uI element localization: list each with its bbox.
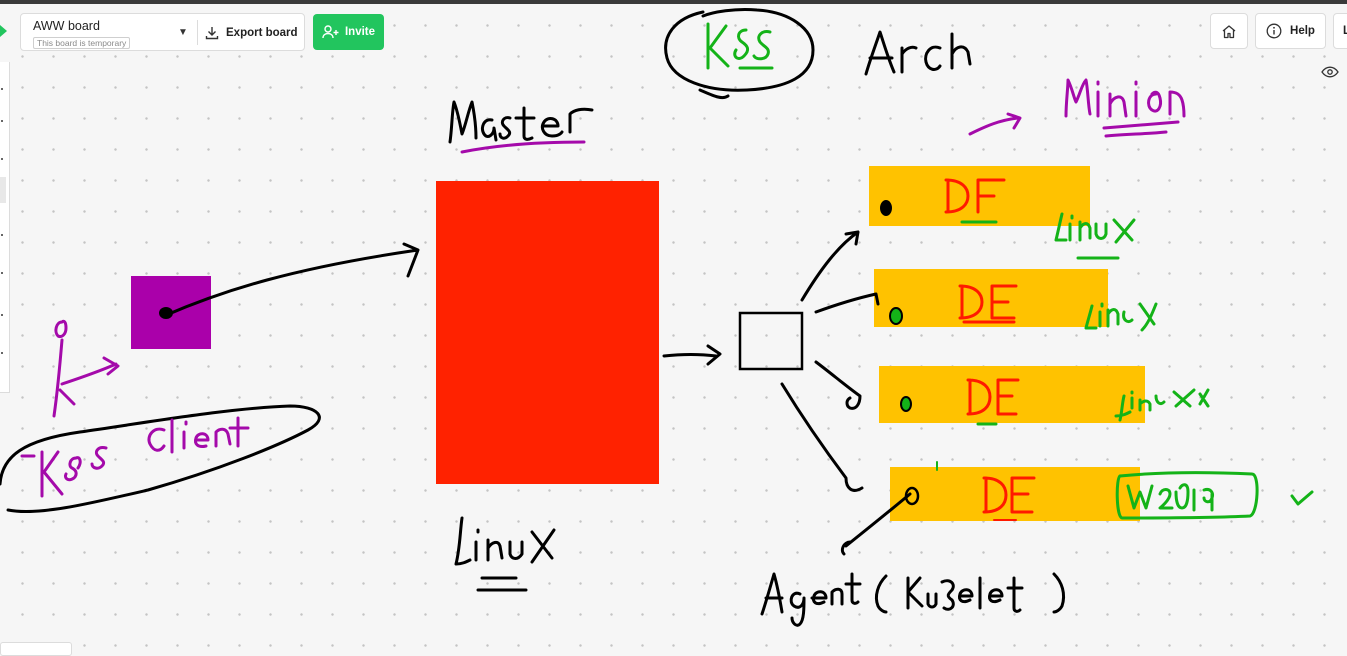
w2019-label [1126, 483, 1214, 512]
arch-text [864, 30, 972, 76]
arrow-to-node-1 [800, 230, 860, 302]
node-2-dot [889, 307, 903, 325]
master-node-box[interactable] [436, 181, 659, 484]
scheduler-box[interactable] [738, 311, 804, 371]
checkmark [1290, 490, 1314, 506]
arrow-to-node-3 [814, 360, 862, 410]
k8s-title-ellipse [664, 8, 815, 100]
master-to-scheduler-arrow [662, 344, 722, 366]
k8s-client-ellipse [0, 404, 321, 514]
agent-kubelet-text [760, 572, 1066, 627]
whiteboard-canvas[interactable] [0, 0, 1347, 651]
k8s-client-text [20, 416, 250, 498]
arrow-to-node-2 [814, 292, 880, 314]
node-3-dot [900, 396, 912, 412]
minion-arrow [968, 112, 1022, 136]
user-figure [52, 319, 120, 418]
client-dot [159, 307, 173, 319]
master-text [448, 100, 594, 144]
agent-pointer [840, 492, 912, 556]
minion-text [1064, 78, 1186, 138]
arrow-to-node-4 [780, 382, 864, 492]
master-underline [460, 140, 586, 154]
k8s-title-text [706, 22, 774, 70]
linux-under-master [454, 516, 556, 592]
node-1-dot [880, 200, 892, 216]
